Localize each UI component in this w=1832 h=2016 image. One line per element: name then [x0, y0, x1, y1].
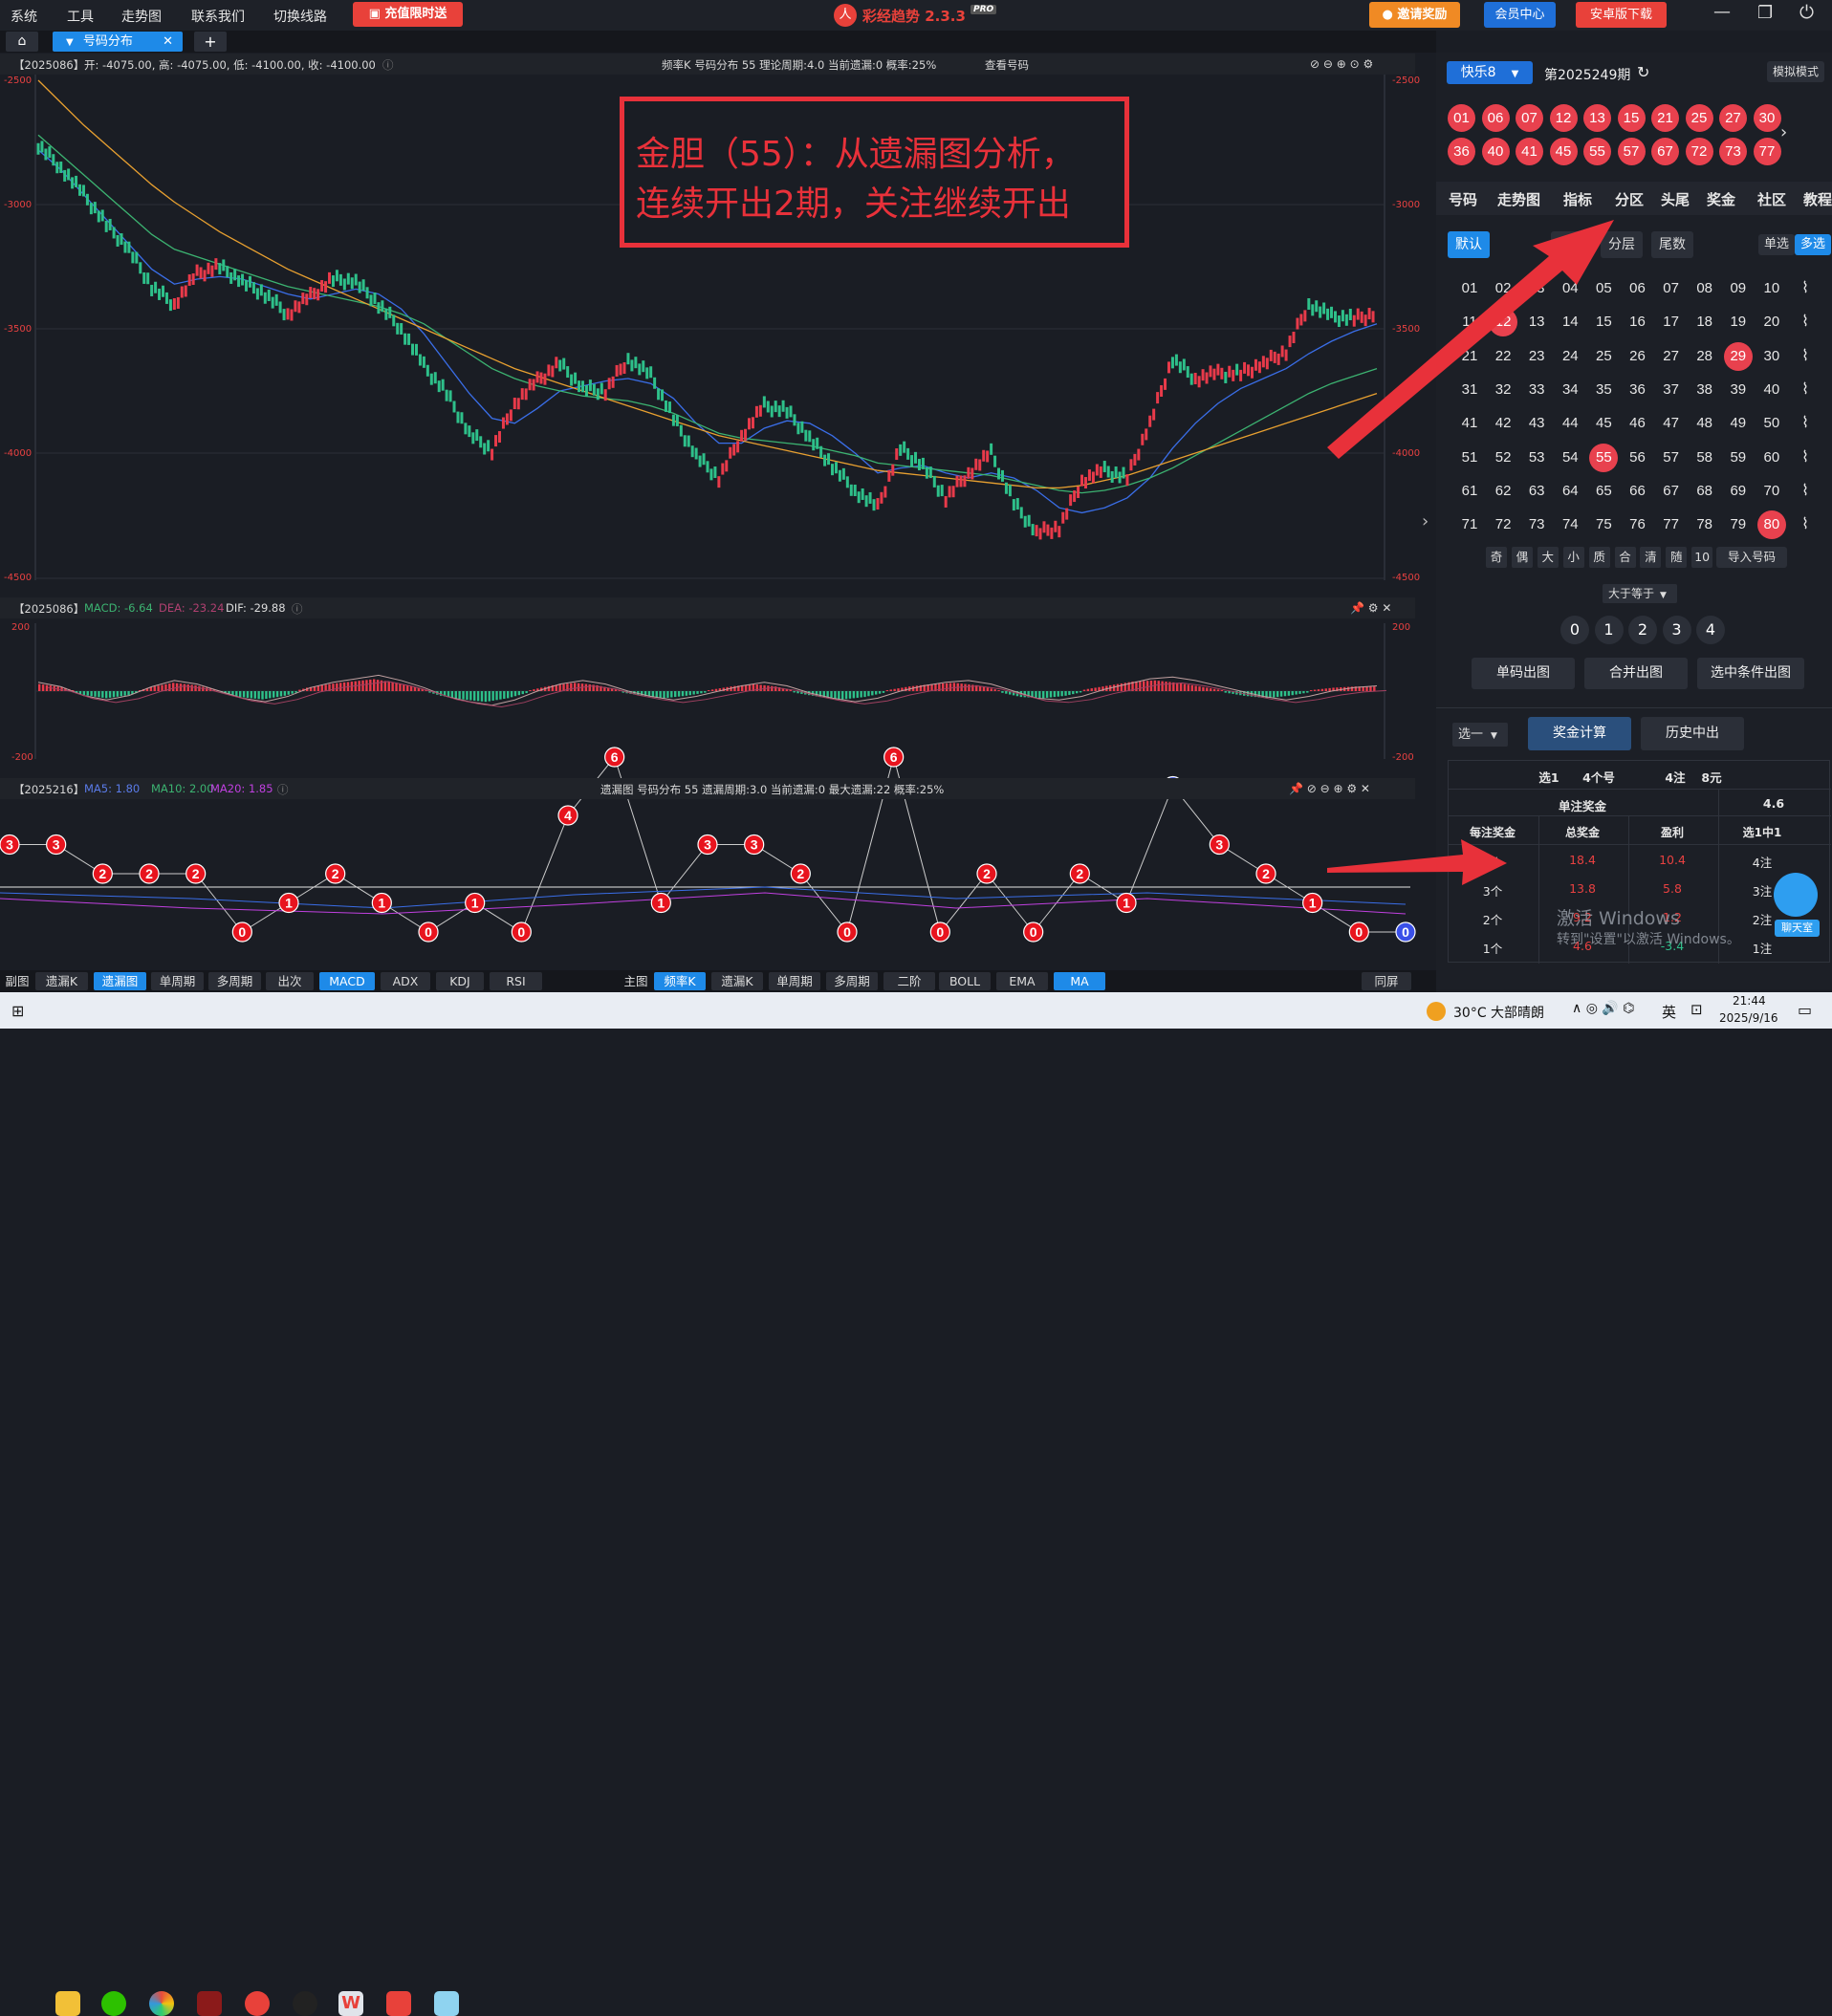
browser-icon[interactable]	[149, 1991, 174, 2016]
windows-taskbar: ⊞ W 30°C 大部晴朗 ∧ ◎ 🔊 ⌬ 英 ⊡ 21:44 2025/9/1…	[0, 992, 1832, 2016]
weather-icon	[1427, 1002, 1446, 1021]
windows-start-icon[interactable]: ⊞	[11, 1004, 27, 1019]
toolbar-button[interactable]: 主图	[620, 972, 652, 990]
clock-date: 2025/9/16	[1719, 1011, 1778, 1025]
toolbar-button[interactable]: 频率K	[654, 972, 706, 990]
toolbar-button[interactable]: 出次	[266, 972, 314, 990]
lottery-app-icon[interactable]	[245, 1991, 270, 2016]
toolbar-button[interactable]: 多周期	[826, 972, 878, 990]
toolbar-button[interactable]: RSI	[490, 972, 542, 990]
notification-icon[interactable]: ▭	[1798, 1001, 1812, 1019]
office-icon[interactable]	[386, 1991, 411, 2016]
toolbar-button[interactable]: MA	[1054, 972, 1105, 990]
notes-icon[interactable]	[434, 1991, 459, 2016]
toolbar-button[interactable]: 遗漏K	[711, 972, 763, 990]
toolbar-button[interactable]: EMA	[996, 972, 1048, 990]
ime-mode-icon[interactable]: ⊡	[1690, 1001, 1703, 1018]
wechat-icon[interactable]	[101, 1991, 126, 2016]
annotation-arrows	[1327, 220, 1614, 885]
toolbar-button[interactable]: BOLL	[939, 972, 991, 990]
wps-icon[interactable]: W	[338, 1991, 363, 2016]
ime-indicator[interactable]: 英	[1662, 1002, 1676, 1022]
toolbar-button[interactable]: 单周期	[769, 972, 820, 990]
sync-screen-button[interactable]: 同屏	[1362, 972, 1411, 990]
qq-icon[interactable]	[293, 1991, 317, 2016]
toolbar-button[interactable]: KDJ	[436, 972, 484, 990]
clock-time: 21:44	[1733, 994, 1766, 1008]
toolbar-button[interactable]: 遗漏K	[35, 972, 88, 990]
toolbar-button[interactable]: ADX	[381, 972, 430, 990]
arrow-right	[1327, 839, 1507, 885]
toolbar-button[interactable]: 多周期	[208, 972, 261, 990]
app-icon[interactable]	[197, 1991, 222, 2016]
toolbar-button[interactable]: 副图	[4, 972, 31, 990]
weather-text: 30°C 大部晴朗	[1453, 1006, 1545, 1021]
arrow-up-right	[1327, 220, 1614, 459]
file-explorer-icon[interactable]	[55, 1991, 80, 2016]
toolbar-button[interactable]: 二阶	[883, 972, 935, 990]
toolbar-button[interactable]: 单周期	[151, 972, 204, 990]
tray-icons[interactable]: ∧ ◎ 🔊 ⌬	[1572, 1001, 1634, 1016]
toolbar-button[interactable]: 遗漏图	[94, 972, 146, 990]
toolbar-button[interactable]: MACD	[319, 972, 375, 990]
